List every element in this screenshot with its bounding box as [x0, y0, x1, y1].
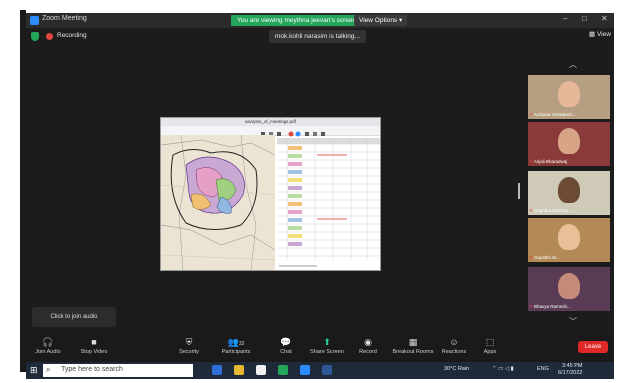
zoom-window: Zoom Meeting You are viewing meythna jee… — [26, 13, 614, 379]
apps-label: Apps — [483, 349, 497, 355]
minimize-button[interactable]: – — [563, 14, 567, 23]
participant-name: ✕ Archana Venkatesh... — [529, 112, 609, 118]
participant-name: ✕ Bhavya Ramesh... — [529, 304, 609, 310]
edge-icon[interactable] — [212, 365, 222, 375]
join-audio-popup[interactable]: Click to join audio — [32, 307, 116, 327]
video-camera-icon: ■ — [91, 337, 97, 347]
participant-video — [558, 224, 580, 250]
participant-tile[interactable]: ✕ Chandra Krishna... — [528, 171, 610, 215]
headphones-icon: 🎧 — [42, 337, 54, 347]
system-tray-icons[interactable]: ⌃ ▭ ◁ ▮ — [492, 366, 514, 372]
participant-name-text: Anjali Bharadwaj — [533, 159, 568, 164]
search-placeholder: Type here to search — [61, 366, 123, 373]
breakout-rooms-label: Breakout Rooms — [392, 349, 434, 355]
participant-name-text: Archana Venkatesh... — [533, 112, 577, 117]
record-circle-icon: ◉ — [364, 337, 372, 347]
shared-doc-title: analysis_of_meetings.pdf — [161, 118, 380, 126]
shared-data-table — [277, 138, 380, 270]
share-arrow-icon: ⬆ — [323, 337, 331, 347]
participants-label: Participants — [221, 349, 251, 355]
security-label: Security — [179, 349, 199, 355]
participant-video — [558, 81, 580, 107]
clock-time[interactable]: 3:45 PM — [562, 363, 582, 369]
apps-icon: ⬚ — [485, 337, 495, 347]
record-button[interactable]: ◉ Record — [346, 335, 390, 355]
security-button[interactable]: ⛨ Security — [167, 335, 211, 355]
district-map-graphic — [161, 135, 275, 270]
apps-button[interactable]: ⬚ Apps — [468, 335, 512, 355]
window-title: Zoom Meeting — [42, 15, 87, 22]
join-audio-label: Join Audio — [35, 349, 61, 355]
close-button[interactable]: ✕ — [601, 14, 608, 23]
chat-button[interactable]: 💬 Chat — [264, 335, 308, 355]
join-audio-button[interactable]: 🎧 Join Audio — [26, 335, 70, 355]
clock-date[interactable]: 6/17/2022 — [558, 370, 582, 376]
participants-icon: 👥32 — [227, 337, 245, 347]
stop-video-button[interactable]: ■ Stop Video — [72, 335, 116, 355]
word-icon[interactable] — [322, 365, 332, 375]
search-icon: ⌕ — [46, 365, 51, 374]
participant-name-text: Gayathri M... — [534, 255, 560, 260]
chat-bubble-icon: 💬 — [280, 337, 292, 347]
join-audio-popup-label: Click to join audio — [50, 314, 98, 320]
view-label: View — [596, 31, 611, 38]
participant-name: ✕ Anjali Bharadwaj — [529, 159, 609, 165]
recording-icon — [46, 33, 53, 40]
participant-name: ✕ Chandra Krishna... — [529, 208, 609, 214]
share-screen-button[interactable]: ⬆ Share Screen — [305, 335, 349, 355]
participant-name-text: Chandra Krishna... — [534, 208, 572, 213]
chat-label: Chat — [280, 349, 292, 355]
language-indicator[interactable]: ENG — [537, 366, 549, 372]
file-explorer-icon[interactable] — [234, 365, 244, 375]
share-screen-label: Share Screen — [310, 349, 344, 355]
shared-map — [161, 135, 275, 270]
taskbar-search-box[interactable]: ⌕ Type here to search — [43, 364, 193, 377]
store-icon[interactable] — [256, 365, 266, 375]
meeting-toolbar: 🎧 Join Audio ■ Stop Video ⛨ Security 👥32 Par… — [26, 335, 614, 362]
active-speaker-label: mok.kohli narasim is talking... — [269, 30, 366, 43]
zoom-taskbar-icon[interactable] — [300, 365, 310, 375]
maximize-button[interactable]: □ — [582, 14, 587, 23]
participant-name-text: Bhavya Ramesh... — [534, 304, 571, 309]
participant-video — [558, 128, 580, 154]
breakout-grid-icon: ▦ — [408, 337, 418, 347]
participant-tile[interactable]: ✕ Bhavya Ramesh... — [528, 267, 610, 311]
participants-button[interactable]: 👥32 Participants — [214, 335, 258, 355]
left-screen-margin — [0, 0, 26, 383]
viewing-screen-banner: You are viewing meythna jeevan's screen — [231, 15, 363, 26]
recording-label: Recording — [57, 32, 87, 39]
participant-tile[interactable]: ✕ Gayathri M... — [528, 218, 610, 262]
participant-video — [558, 273, 580, 299]
leave-button[interactable]: Leave — [578, 341, 608, 353]
participant-tile[interactable]: ✕ Archana Venkatesh... — [528, 75, 610, 119]
windows-taskbar: ⊞ ⌕ Type here to search 30°C Rain ⌃ ▭ ◁ … — [26, 362, 614, 379]
windows-start-icon[interactable]: ⊞ — [30, 365, 40, 375]
participants-scroll-up[interactable]: ︿ — [566, 59, 580, 69]
shield-icon[interactable] — [31, 32, 39, 41]
title-bar: Zoom Meeting You are viewing meythna jee… — [26, 13, 614, 28]
participants-scroll-down[interactable]: ﹀ — [566, 316, 580, 326]
participant-video — [558, 177, 580, 203]
view-options-button[interactable]: View Options ▾ — [354, 15, 408, 26]
stop-video-label: Stop Video — [80, 349, 108, 355]
record-label: Record — [359, 349, 377, 355]
data-table-graphic — [277, 138, 380, 270]
zoom-app-icon — [30, 16, 39, 25]
weather-label[interactable]: 30°C Rain — [444, 366, 469, 372]
security-shield-icon: ⛨ — [185, 337, 193, 347]
breakout-rooms-button[interactable]: ▦ Breakout Rooms — [388, 335, 438, 355]
view-button[interactable]: ▦ View — [589, 30, 611, 38]
shared-screen: analysis_of_meetings.pdf — [160, 117, 381, 271]
participant-name: ✕ Gayathri M... — [529, 255, 609, 261]
line-app-icon[interactable] — [278, 365, 288, 375]
participants-count: 32 — [238, 341, 245, 347]
participant-tile[interactable]: ✕ Anjali Bharadwaj — [528, 122, 610, 166]
grid-icon: ▦ — [589, 31, 597, 38]
panel-resize-handle[interactable] — [518, 183, 520, 199]
